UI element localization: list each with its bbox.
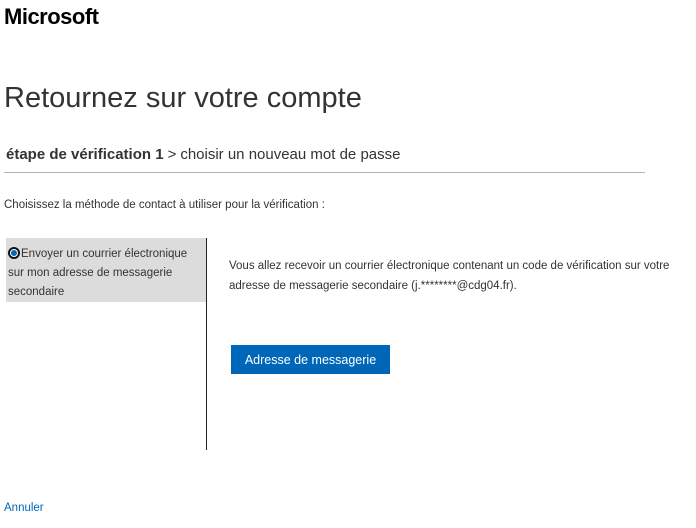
instruction-text: Choisissez la méthode de contact à utili… (4, 199, 325, 211)
step-next: choisir un nouveau mot de passe (180, 146, 401, 163)
method-option-secondary-email[interactable]: Envoyer un courrier électronique sur mon… (6, 238, 206, 302)
header-divider (4, 172, 645, 173)
method-description: Vous allez recevoir un courrier électron… (229, 260, 670, 292)
step-breadcrumb: étape de vérification 1 > choisir un nouve… (6, 146, 400, 163)
cancel-link[interactable]: Annuler (4, 502, 44, 514)
password-reset-page: Microsoft Retournez sur votre compte éta… (0, 0, 696, 528)
step-current: étape de vérification 1 (6, 146, 164, 163)
email-address-button[interactable]: Adresse de messagerie (231, 345, 390, 374)
page-title: Retournez sur votre compte (4, 82, 362, 114)
contact-method-list: Envoyer un courrier électronique sur mon… (6, 238, 207, 450)
radio-selected-icon[interactable] (8, 247, 20, 259)
method-option-label: Envoyer un courrier électronique sur mon… (8, 248, 188, 298)
step-separator: > (167, 146, 177, 163)
microsoft-logo: Microsoft (4, 4, 99, 29)
